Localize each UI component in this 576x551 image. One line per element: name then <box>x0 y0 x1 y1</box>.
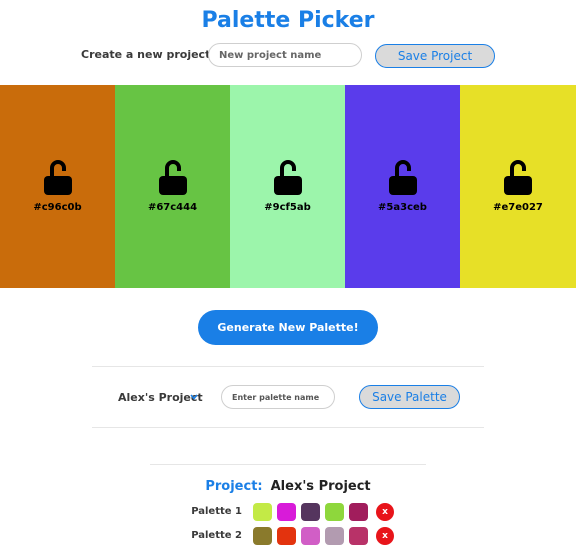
palette-color-chip <box>301 503 320 521</box>
color-swatch: #5a3ceb <box>345 85 460 288</box>
divider <box>92 366 484 367</box>
color-swatch: #67c444 <box>115 85 230 288</box>
palette-color-chip <box>325 503 344 521</box>
saved-palette-row[interactable]: Palette 1 x <box>0 503 576 521</box>
generate-palette-button[interactable]: Generate New Palette! <box>198 310 378 345</box>
saved-palette-row[interactable]: Palette 2 x <box>0 527 576 545</box>
palette-color-chip <box>277 503 296 521</box>
create-project-label: Create a new project: <box>81 48 215 61</box>
swatch-hex-label: #c96c0b <box>33 202 82 213</box>
swatch-hex-label: #e7e027 <box>493 202 543 213</box>
project-heading: Project: Alex's Project <box>0 479 576 494</box>
color-swatch: #c96c0b <box>0 85 115 288</box>
unlocked-padlock-icon[interactable] <box>273 159 303 195</box>
project-name: Alex's Project <box>270 479 371 494</box>
palette-color-chip <box>349 527 368 545</box>
app-title: Palette Picker <box>201 8 375 33</box>
palette-swatches: #c96c0b #67c444 #9cf5ab #5a3ceb #e7e027 <box>0 85 576 288</box>
save-project-button[interactable]: Save Project <box>375 44 495 68</box>
saved-palette-name: Palette 2 <box>191 530 242 541</box>
save-palette-button[interactable]: Save Palette <box>359 385 460 409</box>
palette-color-chip <box>325 527 344 545</box>
palette-color-chip <box>301 527 320 545</box>
project-select[interactable]: Alex's Project <box>104 385 204 409</box>
palette-color-chip <box>253 527 272 545</box>
palette-color-chip <box>349 503 368 521</box>
create-project-form: Create a new project: Save Project <box>0 43 576 69</box>
palette-color-chip <box>277 527 296 545</box>
unlocked-padlock-icon[interactable] <box>388 159 418 195</box>
chevron-down-icon <box>190 394 198 400</box>
unlocked-padlock-icon[interactable] <box>43 159 73 195</box>
delete-palette-button[interactable]: x <box>376 527 394 545</box>
swatch-hex-label: #5a3ceb <box>378 202 427 213</box>
project-label: Project: <box>205 479 263 494</box>
palette-name-input[interactable] <box>221 385 335 409</box>
unlocked-padlock-icon[interactable] <box>158 159 188 195</box>
saved-palette-name: Palette 1 <box>191 506 242 517</box>
color-swatch: #e7e027 <box>460 85 576 288</box>
swatch-hex-label: #9cf5ab <box>264 202 311 213</box>
palette-color-chip <box>253 503 272 521</box>
color-swatch: #9cf5ab <box>230 85 345 288</box>
project-name-input[interactable] <box>208 43 362 67</box>
divider <box>150 464 426 465</box>
unlocked-padlock-icon[interactable] <box>503 159 533 195</box>
divider <box>92 427 484 428</box>
delete-palette-button[interactable]: x <box>376 503 394 521</box>
swatch-hex-label: #67c444 <box>147 202 198 213</box>
